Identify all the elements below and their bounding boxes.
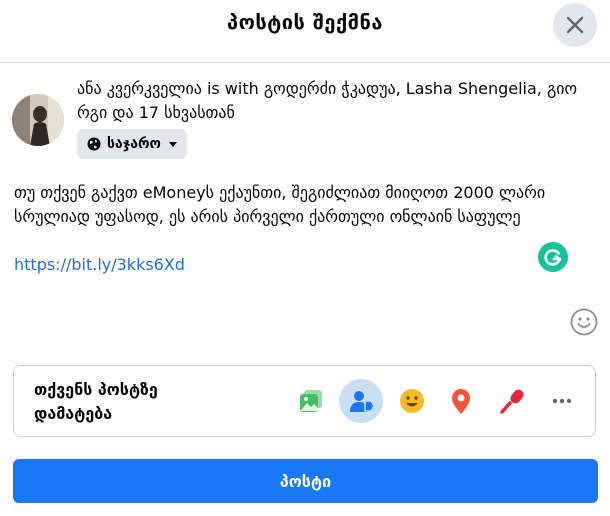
check-in-icon (452, 389, 470, 414)
tag-people-button[interactable] (339, 379, 383, 423)
post-text-input[interactable]: თუ თქვენ გაქვთ eMoneyს ექაუნთი, შეგიძლია… (14, 181, 554, 229)
globe-icon (87, 137, 101, 151)
emoji-button[interactable] (569, 307, 599, 337)
close-button[interactable] (553, 3, 597, 47)
more-options-button[interactable] (540, 379, 584, 423)
feeling-icon (400, 389, 424, 413)
post-button[interactable]: პოსტი (13, 459, 598, 503)
post-link[interactable]: https://bit.ly/3kks6Xd (14, 253, 185, 277)
more-icon (552, 398, 572, 404)
check-in-button[interactable] (439, 379, 483, 423)
add-to-post-box: თქვენს პოსტზე დამატება (13, 365, 596, 437)
privacy-selector[interactable]: საჯარო (77, 129, 187, 159)
dialog-header: პოსტის შექმნა (0, 0, 610, 60)
post-button-label: პოსტი (279, 471, 332, 491)
avatar[interactable] (12, 94, 64, 146)
grammarly-icon[interactable] (538, 242, 568, 272)
emoji-icon (570, 308, 598, 336)
add-to-post-label: თქვენს პოსტზე დამატება (34, 380, 158, 423)
author-line: ანა კვერკველია is with გოდერძი ჭკადუა, L… (77, 79, 578, 122)
close-icon (566, 16, 584, 34)
live-video-icon (500, 389, 524, 414)
photo-video-icon (300, 390, 322, 412)
photo-video-button[interactable] (289, 379, 333, 423)
header-divider (0, 62, 610, 63)
tag-people-icon (350, 391, 375, 412)
live-video-button[interactable] (489, 379, 533, 423)
avatar-image (12, 94, 64, 146)
chevron-down-icon (168, 141, 177, 147)
dialog-title: პოსტის შექმნა (227, 10, 383, 34)
feeling-button[interactable] (390, 379, 434, 423)
privacy-label: საჯარო (107, 136, 161, 152)
